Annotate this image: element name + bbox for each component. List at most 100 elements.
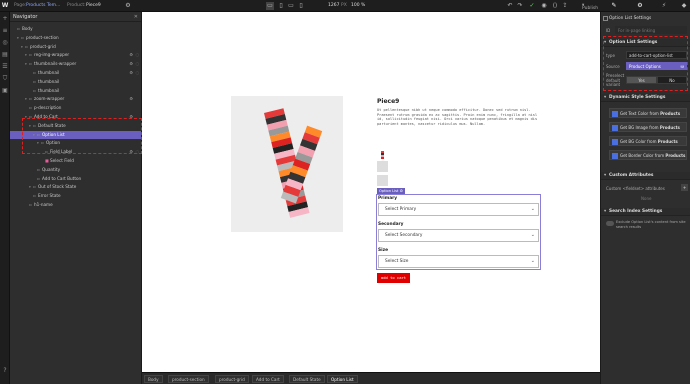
thumbnail[interactable]	[377, 161, 388, 172]
breadcrumb-item-product-section[interactable]: product-section	[168, 375, 209, 383]
custom-attributes-header[interactable]: Custom Attributes	[601, 172, 690, 180]
add-icon[interactable]: +	[1, 15, 9, 23]
settings-header: Option List Settings	[601, 14, 690, 23]
settings-header-label: Option List Settings	[609, 16, 652, 21]
navigator-item[interactable]: ▾ ▫ thumbnails-wrapper ⚙ ◌	[10, 60, 141, 69]
product-description: Ut pellentesque nibh ut neque commodo ef…	[377, 108, 538, 126]
width-value: 1267	[328, 3, 340, 8]
navigator-item[interactable]: ▫ p-description	[10, 104, 141, 113]
navigator-item-label: Out of Stock State	[38, 184, 77, 190]
search-index-settings-header[interactable]: Search Index Settings	[601, 208, 690, 216]
navigator-item-label: product-grid	[30, 43, 56, 49]
product-image[interactable]	[231, 96, 343, 232]
width-unit: PX	[341, 3, 347, 8]
scarf-image	[263, 108, 323, 218]
preview-icon[interactable]: ◉	[540, 2, 548, 10]
breadcrumb-item-option-list[interactable]: Option List	[327, 375, 358, 383]
layers-icon[interactable]: ≡	[1, 27, 9, 35]
navigator-item-label: Quantity	[42, 166, 61, 172]
highlight-box-settings	[603, 36, 688, 91]
close-icon[interactable]: ✕	[134, 12, 138, 22]
publish-button[interactable]: Publish ▾	[578, 2, 598, 11]
custom-attributes-value: None	[641, 196, 652, 201]
cms-icon[interactable]: ☰	[1, 63, 9, 71]
assets-icon[interactable]: ▣	[1, 87, 9, 95]
color-swatch-icon	[612, 111, 618, 117]
ecommerce-icon[interactable]: ⛉	[1, 75, 9, 83]
navigator-item[interactable]: ▫ Add to Cart Button	[10, 175, 141, 184]
navigator-item[interactable]: ■Select Field	[10, 157, 141, 166]
breadcrumb-item-product-grid[interactable]: product-grid	[215, 375, 249, 383]
product-label: Product:	[67, 3, 86, 8]
page-selector[interactable]: Products Tem...	[26, 3, 60, 8]
exclude-search-toggle[interactable]	[606, 221, 614, 226]
design-canvas[interactable]	[142, 12, 600, 372]
phone-landscape-icon[interactable]: ▭	[287, 2, 295, 10]
get-text-color-button[interactable]: Get Text Color from Products	[609, 108, 687, 118]
undo-icon[interactable]: ↶	[506, 2, 514, 10]
settings-gear-icon[interactable]: ⚙	[129, 95, 133, 104]
help-icon[interactable]: ?	[1, 367, 9, 375]
navigator-item[interactable]: ▾ ▫ zoom-wrapper ⚙	[10, 95, 141, 104]
select-primary[interactable]: Select Primary	[378, 203, 539, 216]
tablet-icon[interactable]: ▯	[277, 2, 285, 10]
export-icon[interactable]: ⟨⟩	[551, 2, 559, 10]
navigator-item-label: Add to Cart Button	[42, 175, 82, 181]
settings-gear-icon[interactable]: ⚙	[129, 69, 133, 78]
thumbnail[interactable]	[377, 146, 388, 159]
product-selector[interactable]: Piece9	[86, 3, 101, 8]
add-attribute-icon[interactable]: +	[681, 184, 688, 191]
settings-gear-icon[interactable]: ⚙	[129, 51, 133, 60]
get-bg-color-button[interactable]: Get BG Color from Products	[609, 136, 687, 146]
phone-icon[interactable]: ▯	[297, 2, 305, 10]
navigator-item[interactable]: ▫ Body	[10, 25, 141, 34]
style-brush-icon[interactable]: ✎	[610, 2, 618, 10]
visibility-icon[interactable]: ◌	[136, 51, 140, 60]
navigator-item-label: thumbnail	[38, 78, 60, 84]
navigator-item[interactable]: ▾ ▫ product-section	[10, 34, 141, 43]
drop-icon[interactable]: ◆	[680, 2, 688, 10]
select-size[interactable]: Select Size	[378, 255, 539, 268]
navigator-title: Navigator	[13, 14, 38, 20]
navigator-item[interactable]: ▫ thumbnail	[10, 78, 141, 87]
breadcrumb-item-add-to-cart[interactable]: Add to Cart	[252, 375, 284, 383]
visibility-icon[interactable]: ◌	[136, 69, 140, 78]
get-bg-image-button[interactable]: Get BG Image from Products	[609, 122, 687, 132]
navigator-item-label: zoom-wrapper	[34, 96, 65, 102]
field-label-size: Size	[378, 248, 388, 253]
navigator-item[interactable]: ▫ thumbnail ⚙ ◌	[10, 69, 141, 78]
share-icon[interactable]: ⇪	[561, 2, 569, 10]
thumbnail[interactable]	[377, 175, 388, 186]
navigator-item-label: thumbnail	[38, 87, 60, 93]
gear-icon[interactable]: ⚙	[124, 2, 132, 10]
webflow-logo-icon[interactable]: W	[1, 2, 9, 10]
id-input[interactable]: For in-page linking	[615, 26, 687, 34]
breadcrumb-item-body[interactable]: Body	[144, 375, 163, 383]
navigator-item[interactable]: ▫ Quantity	[10, 166, 141, 175]
navigator-item-label: h1-name	[34, 202, 53, 207]
breadcrumb-item-default-state[interactable]: Default State	[289, 375, 325, 383]
visibility-icon[interactable]: ◌	[136, 60, 140, 69]
settings-gear-icon[interactable]: ⚙	[129, 60, 133, 69]
get-border-color-button[interactable]: Get Border Color from Products	[609, 150, 687, 160]
field-label-primary: Primary	[378, 196, 398, 201]
navigator-item[interactable]: ▫ Error State	[10, 192, 141, 201]
interactions-icon[interactable]: ⚡	[660, 2, 668, 10]
option-list-tag-label: Option List	[379, 189, 399, 193]
select-secondary[interactable]: Select Secondary	[378, 229, 539, 242]
navigator-item-label: reg-img-wrapper	[34, 52, 70, 58]
settings-gear-icon[interactable]: ⚙	[636, 2, 644, 10]
pages-icon[interactable]: ▤	[1, 51, 9, 59]
dynamic-style-settings-header[interactable]: Dynamic Style Settings	[601, 94, 690, 102]
navigator-item[interactable]: ▾ ▫ product-grid	[10, 43, 141, 52]
navigator-item-label: product-section	[26, 34, 59, 40]
navigator-item[interactable]: ▫ h1-name	[10, 201, 141, 210]
navigator-item[interactable]: ▾ ▫ reg-img-wrapper ⚙ ◌	[10, 51, 141, 60]
navigator-item[interactable]: ▾ ▫ Out of Stock State	[10, 183, 141, 192]
color-swatch-icon	[612, 125, 618, 131]
navigator-item[interactable]: ▫ thumbnail	[10, 87, 141, 96]
redo-icon[interactable]: ↷	[516, 2, 524, 10]
symbols-icon[interactable]: ◎	[1, 39, 9, 47]
add-to-cart-button[interactable]: add to cart	[377, 273, 410, 283]
desktop-icon[interactable]: ▭	[266, 2, 274, 10]
